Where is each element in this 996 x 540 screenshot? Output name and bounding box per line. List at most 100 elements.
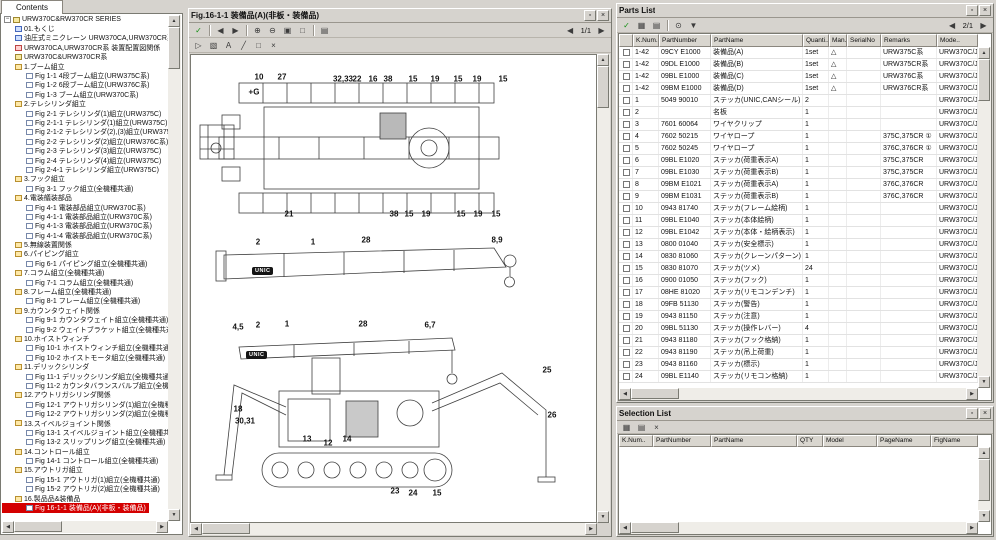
- tree-item[interactable]: 2.テレシリンダ組立: [2, 100, 168, 109]
- sort-icon[interactable]: ▼: [686, 19, 701, 32]
- tree-item[interactable]: Fig 13-1 スイベルジョイント組立(全機種共通): [2, 428, 168, 437]
- parts-row[interactable]: 57602 50245ワイヤロープ1376C,376CR ①URW370C/J: [619, 143, 978, 155]
- scroll-up-icon[interactable]: ▲: [978, 447, 990, 459]
- checkbox-icon[interactable]: [623, 169, 630, 176]
- column-header-7[interactable]: Mode..: [937, 34, 978, 47]
- tree-item[interactable]: URW370CA,URW370CR系 装置配置図関係: [2, 43, 168, 52]
- tree-item[interactable]: 9.カウンタウェイト関係: [2, 306, 168, 315]
- column-header-3[interactable]: Quanti..: [803, 34, 829, 47]
- prev-fig-icon[interactable]: ◀: [213, 24, 228, 37]
- column-header-4[interactable]: Model: [823, 435, 877, 447]
- tree-item[interactable]: 12.アウトリガシリンダ関係: [2, 391, 168, 400]
- tree-item[interactable]: Fig 10-2 ホイストモータ組立(全機種共通): [2, 353, 168, 362]
- scroll-left-icon[interactable]: ◀: [2, 521, 14, 533]
- viewer-vertical-scrollbar[interactable]: ▲▼: [597, 54, 610, 523]
- scroll-down-icon[interactable]: ▼: [978, 376, 990, 388]
- parts-row[interactable]: 230943 81160ステッカ(標示)1URW370C/J: [619, 359, 978, 371]
- parts-row[interactable]: 150830 81070ステッカ(ツメ)24URW370C/J: [619, 263, 978, 275]
- column-header-3[interactable]: QTY: [797, 435, 823, 447]
- tree-item[interactable]: 01.もくじ: [2, 24, 168, 33]
- tree-item[interactable]: Fig 3-1 フック組立(全機種共通): [2, 184, 168, 193]
- tree-item[interactable]: URW370C&URW370CR系: [2, 53, 168, 62]
- checkbox-icon[interactable]: [623, 229, 630, 236]
- parts-horizontal-scrollbar[interactable]: ◀▶: [619, 388, 978, 400]
- scroll-right-icon[interactable]: ▶: [966, 388, 978, 400]
- parts-row[interactable]: 130800 01040ステッカ(安全標示)1URW370C/J: [619, 239, 978, 251]
- scroll-right-icon[interactable]: ▶: [156, 521, 168, 533]
- parts-row[interactable]: 609BL E1020ステッカ(荷重表示A)1375C,375CRURW370C…: [619, 155, 978, 167]
- checkbox-icon[interactable]: [623, 349, 630, 356]
- parts-row[interactable]: 2009BL 51130ステッカ(操作レバー)4URW370C/J: [619, 323, 978, 335]
- parts-row[interactable]: 190943 81150ステッカ(注意)1URW370C/J: [619, 311, 978, 323]
- scroll-left-icon[interactable]: ◀: [619, 522, 631, 534]
- checkbox-icon[interactable]: [623, 361, 630, 368]
- close-button[interactable]: ×: [979, 5, 991, 16]
- scrollbar-thumb[interactable]: [631, 388, 679, 399]
- close-button[interactable]: ×: [597, 10, 609, 21]
- tree-item[interactable]: 16.製品品&装備品: [2, 494, 168, 503]
- tree-item[interactable]: 15.アウトリガ組立: [2, 466, 168, 475]
- parts-row[interactable]: 140830 81060ステッカ(クレーンパターン)1URW370C/J: [619, 251, 978, 263]
- print-icon[interactable]: ▤: [317, 24, 332, 37]
- column-header-1[interactable]: PartNumber: [659, 34, 711, 47]
- delete-note-icon[interactable]: ×: [266, 39, 281, 52]
- tree-item[interactable]: Fig 2-4-1 テレシリンダ組立(URW375C): [2, 165, 168, 174]
- tree-item[interactable]: Fig 4-1-3 電装部品組立(URW370C系): [2, 222, 168, 231]
- confirm-check-icon[interactable]: ✓: [191, 24, 206, 37]
- tree-item[interactable]: Fig 1-1 4段ブーム組立(URW375C系): [2, 71, 168, 80]
- close-button[interactable]: ×: [979, 408, 991, 419]
- parts-row[interactable]: 220943 81190ステッカ(吊上荷重)1URW370C/J: [619, 347, 978, 359]
- tree-item[interactable]: Fig 11-1 デリックシリンダ組立(全機種共通): [2, 372, 168, 381]
- parts-row[interactable]: 1-4209BL E1000装備品(C)1set△URW376C系URW370C…: [619, 71, 978, 83]
- column-header-5[interactable]: SerialNo: [847, 34, 881, 47]
- rect-tool-icon[interactable]: □: [251, 39, 266, 52]
- parts-row[interactable]: 1109BL E1040ステッカ(本体絵柄)1URW370C/J: [619, 215, 978, 227]
- parts-row[interactable]: 1-4209BM E1000装備品(D)1set△URW376CR系URW370…: [619, 83, 978, 95]
- float-button[interactable]: ▫: [966, 5, 978, 16]
- parts-row[interactable]: 1809FB 51130ステッカ(警告)1URW370C/J: [619, 299, 978, 311]
- tree-item[interactable]: Fig 14-1 コントロール組立(全機種共通): [2, 456, 168, 465]
- export-icon[interactable]: ▤: [634, 421, 649, 434]
- next-page-icon[interactable]: ▶: [976, 19, 991, 32]
- column-header-5[interactable]: PageName: [877, 435, 931, 447]
- scroll-up-icon[interactable]: ▲: [168, 15, 180, 27]
- scroll-left-icon[interactable]: ◀: [619, 388, 631, 400]
- column-header-2[interactable]: PartName: [711, 435, 797, 447]
- tree-item[interactable]: Fig 13-2 スリップリング組立(全機種共通): [2, 438, 168, 447]
- collapse-icon[interactable]: −: [4, 16, 11, 23]
- checkbox-icon[interactable]: [623, 73, 630, 80]
- checkbox-icon[interactable]: [623, 157, 630, 164]
- scroll-up-icon[interactable]: ▲: [597, 54, 609, 66]
- tree-item[interactable]: 3.フック組立: [2, 175, 168, 184]
- parts-row[interactable]: 1-4209DL E1000装備品(B)1set△URW375CR系URW370…: [619, 59, 978, 71]
- zoom-out-icon[interactable]: ⊖: [265, 24, 280, 37]
- scrollbar-thumb[interactable]: [978, 459, 990, 501]
- scroll-down-icon[interactable]: ▼: [978, 510, 990, 522]
- tree-item[interactable]: Fig 7-1 コラム組立(全機種共通): [2, 278, 168, 287]
- checkbox-icon[interactable]: [623, 133, 630, 140]
- float-button[interactable]: ▫: [966, 408, 978, 419]
- parts-row[interactable]: 809BM E1021ステッカ(荷重表示A)1376C,376CRURW370C…: [619, 179, 978, 191]
- zoom-area-icon[interactable]: □: [295, 24, 310, 37]
- parts-row[interactable]: 909BM E1031ステッカ(荷重表示B)1376C,376CRURW370C…: [619, 191, 978, 203]
- column-header-0[interactable]: K.Num..: [633, 34, 659, 47]
- tree-item[interactable]: Fig 2-1-1 テレシリンダ(1)組立(URW375C): [2, 118, 168, 127]
- tree-item[interactable]: Fig 2-3 テレシリンダ(3)組立(URW375C): [2, 146, 168, 155]
- checkbox-icon[interactable]: [623, 277, 630, 284]
- grid-icon[interactable]: ▦: [619, 421, 634, 434]
- parts-row[interactable]: 210943 81180ステッカ(フック格納)1URW370C/J: [619, 335, 978, 347]
- parts-row[interactable]: 37601 60064ワイヤクリップ1URW370C/J: [619, 119, 978, 131]
- tree-item[interactable]: Fig 2-4 テレシリンダ(4)組立(URW375C): [2, 156, 168, 165]
- text-note-icon[interactable]: A: [221, 39, 236, 52]
- tree-item[interactable]: Fig 15-1 アウトリガ(1)組立(全機種共通): [2, 475, 168, 484]
- tree-item[interactable]: 11.デリックシリンダ: [2, 362, 168, 371]
- tree-item[interactable]: Fig 4-1-1 電装部品組立(URW370C系): [2, 212, 168, 221]
- column-header-6[interactable]: FigName: [931, 435, 978, 447]
- tree-item[interactable]: 油圧式ミニクレーン URW370CA,URW370CR系: [2, 34, 168, 43]
- scrollbar-thumb[interactable]: [631, 522, 679, 533]
- checkbox-icon[interactable]: [623, 97, 630, 104]
- scrollbar-thumb[interactable]: [14, 521, 62, 532]
- checkbox-icon[interactable]: [623, 61, 630, 68]
- checkbox-icon[interactable]: [623, 337, 630, 344]
- selection-horizontal-scrollbar[interactable]: ◀▶: [619, 522, 978, 534]
